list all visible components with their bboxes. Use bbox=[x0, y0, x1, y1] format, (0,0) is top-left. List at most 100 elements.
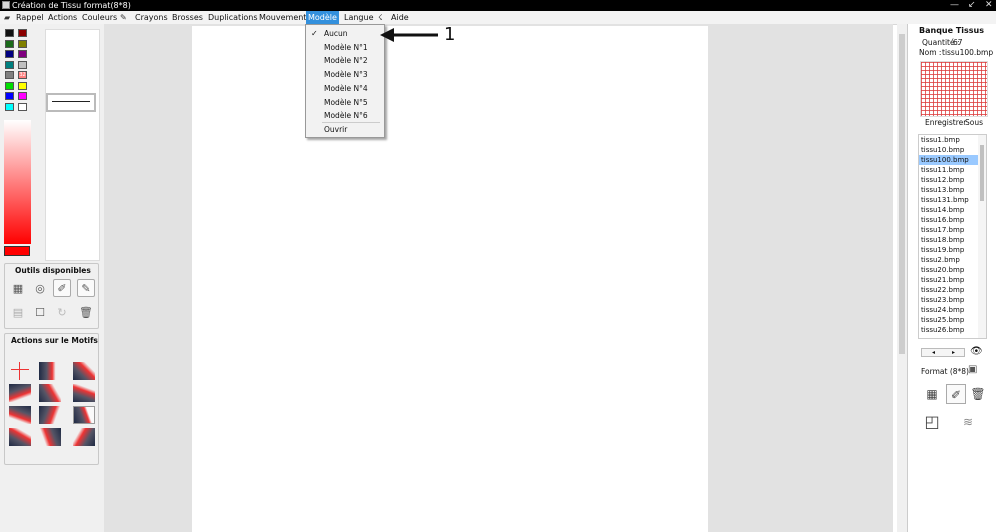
file-list-item[interactable]: tissu131.bmp bbox=[919, 195, 986, 205]
palette-swatch[interactable] bbox=[5, 92, 14, 100]
menu-duplications[interactable]: Duplications bbox=[208, 11, 258, 24]
menu-rappel[interactable]: Rappel bbox=[16, 11, 44, 24]
palette-swatch[interactable] bbox=[18, 60, 27, 69]
palette-swatch[interactable] bbox=[18, 81, 27, 90]
tools-box: Outils disponibles ▦ ◎ ✐ ✎ ▤ ☐ ↻ 🗑 bbox=[4, 263, 99, 329]
menu-actions[interactable]: Actions bbox=[48, 11, 77, 24]
palette-swatch[interactable] bbox=[5, 50, 14, 58]
file-list-item[interactable]: tissu100.bmp bbox=[919, 155, 986, 165]
motif-action-button[interactable] bbox=[73, 428, 95, 446]
palette-swatch[interactable] bbox=[18, 50, 27, 58]
motif-action-button[interactable] bbox=[9, 384, 31, 402]
file-list-item[interactable]: tissu23.bmp bbox=[919, 295, 986, 305]
file-list-item[interactable]: tissu1.bmp bbox=[919, 135, 986, 145]
file-list-item[interactable]: tissu10.bmp bbox=[919, 145, 986, 155]
trash-icon[interactable]: 🗑 bbox=[77, 304, 95, 322]
file-list-scrollbar[interactable] bbox=[978, 135, 986, 338]
restore-button[interactable]: ↙ bbox=[968, 0, 976, 11]
file-list-item[interactable]: tissu18.bmp bbox=[919, 235, 986, 245]
menu-crayons[interactable]: Crayons bbox=[135, 11, 168, 24]
close-button[interactable]: ✕ bbox=[985, 0, 993, 11]
motif-action-button[interactable] bbox=[39, 362, 61, 380]
menu-langue[interactable]: Langue bbox=[344, 11, 374, 24]
motif-action-button[interactable] bbox=[73, 362, 95, 380]
file-list-item[interactable]: tissu21.bmp bbox=[919, 275, 986, 285]
palette-swatch[interactable] bbox=[5, 81, 14, 90]
file-list-item[interactable]: tissu20.bmp bbox=[919, 265, 986, 275]
canvas-scrollbar[interactable] bbox=[897, 24, 907, 532]
file-list-item[interactable]: tissu13.bmp bbox=[919, 185, 986, 195]
file-list-item[interactable]: tissu17.bmp bbox=[919, 225, 986, 235]
palette-swatch[interactable]: 32 bbox=[18, 71, 27, 79]
bucket-icon[interactable]: ▰ bbox=[4, 11, 10, 24]
menu-couleurs[interactable]: Couleurs bbox=[82, 11, 117, 24]
save-disk-icon[interactable]: ▣ bbox=[968, 364, 977, 375]
palette-swatch[interactable] bbox=[5, 60, 14, 69]
fabric-file-list[interactable]: tissu1.bmp tissu10.bmp tissu100.bmp tissu11… bbox=[918, 134, 987, 339]
help-pin-icon[interactable]: ☇ bbox=[378, 11, 383, 24]
menu-mouvement[interactable]: Mouvement bbox=[259, 11, 306, 24]
dropdown-item[interactable]: Modèle N°3 bbox=[324, 70, 368, 80]
drawing-canvas[interactable] bbox=[192, 26, 708, 532]
motif-action-button[interactable] bbox=[73, 406, 95, 424]
file-list-item[interactable]: tissu14.bmp bbox=[919, 205, 986, 215]
palette-swatch[interactable] bbox=[18, 39, 27, 48]
motif-action-button[interactable] bbox=[39, 406, 61, 424]
file-list-item[interactable]: tissu24.bmp bbox=[919, 305, 986, 315]
palette-swatch[interactable] bbox=[18, 92, 27, 100]
delete-icon[interactable]: 🗑 bbox=[968, 384, 988, 404]
motif-action-button[interactable] bbox=[73, 384, 95, 402]
dropdown-item[interactable]: Aucun bbox=[324, 29, 348, 39]
pencil-tool-icon[interactable]: ✎ bbox=[77, 279, 95, 297]
spray-tool-icon[interactable]: ◎ bbox=[31, 280, 49, 298]
menu-modele[interactable]: Modèle bbox=[306, 11, 339, 24]
print-icon[interactable]: ▤ bbox=[9, 304, 27, 322]
pencil-icon[interactable]: ✎ bbox=[120, 11, 127, 24]
file-list-item[interactable]: tissu25.bmp bbox=[919, 315, 986, 325]
motif-action-button[interactable] bbox=[39, 428, 61, 446]
palette-swatch[interactable] bbox=[5, 39, 14, 48]
dropdown-item[interactable]: Modèle N°1 bbox=[324, 43, 368, 53]
palette-swatch[interactable] bbox=[18, 102, 27, 111]
palette-swatch[interactable] bbox=[18, 29, 27, 37]
weave-icon[interactable]: ≋ bbox=[958, 412, 978, 432]
brush-icon[interactable]: ✐ bbox=[946, 384, 966, 404]
prev-page-button[interactable]: ◂ bbox=[932, 348, 935, 357]
file-list-item[interactable]: tissu22.bmp bbox=[919, 285, 986, 295]
dropdown-item[interactable]: Modèle N°5 bbox=[324, 98, 368, 108]
rotate-icon[interactable]: ↻ bbox=[53, 304, 71, 322]
file-list-item[interactable]: tissu16.bmp bbox=[919, 215, 986, 225]
eye-icon[interactable]: 👁 bbox=[970, 346, 983, 357]
new-page-icon[interactable]: ☐ bbox=[31, 304, 49, 322]
save-button[interactable]: Enregistrer bbox=[925, 118, 966, 127]
brush-tool-icon[interactable]: ✐ bbox=[53, 279, 71, 297]
new-document-icon[interactable]: ◰ bbox=[922, 412, 942, 432]
file-list-item[interactable]: tissu11.bmp bbox=[919, 165, 986, 175]
color-gradient-slider[interactable] bbox=[4, 120, 31, 244]
grid-view-icon[interactable]: ▦ bbox=[922, 384, 942, 404]
file-list-item[interactable]: tissu12.bmp bbox=[919, 175, 986, 185]
motif-action-button[interactable] bbox=[9, 362, 31, 380]
save-as-button[interactable]: Sous bbox=[965, 118, 983, 127]
file-list-item[interactable]: tissu2.bmp bbox=[919, 255, 986, 265]
palette-swatch[interactable] bbox=[5, 102, 14, 111]
menu-aide[interactable]: Aide bbox=[391, 11, 409, 24]
palette-swatch[interactable] bbox=[5, 71, 14, 79]
motif-action-button[interactable] bbox=[9, 428, 31, 446]
grid-tool-icon[interactable]: ▦ bbox=[9, 280, 27, 298]
dropdown-item[interactable]: Ouvrir bbox=[324, 125, 347, 135]
menu-brosses[interactable]: Brosses bbox=[172, 11, 203, 24]
motif-action-button[interactable] bbox=[9, 406, 31, 424]
dropdown-item[interactable]: Modèle N°6 bbox=[324, 111, 368, 121]
dropdown-item[interactable]: Modèle N°4 bbox=[324, 84, 368, 94]
minimize-button[interactable]: — bbox=[950, 0, 959, 11]
dropdown-item[interactable]: Modèle N°2 bbox=[324, 56, 368, 66]
file-list-item[interactable]: tissu19.bmp bbox=[919, 245, 986, 255]
next-page-button[interactable]: ▸ bbox=[952, 348, 955, 357]
canvas-scroll-thumb[interactable] bbox=[899, 34, 905, 354]
line-thickness-selector[interactable] bbox=[46, 93, 96, 112]
file-list-item[interactable]: tissu26.bmp bbox=[919, 325, 986, 335]
file-list-scroll-thumb[interactable] bbox=[980, 145, 984, 201]
palette-swatch[interactable] bbox=[5, 29, 14, 37]
motif-action-button[interactable] bbox=[39, 384, 61, 402]
